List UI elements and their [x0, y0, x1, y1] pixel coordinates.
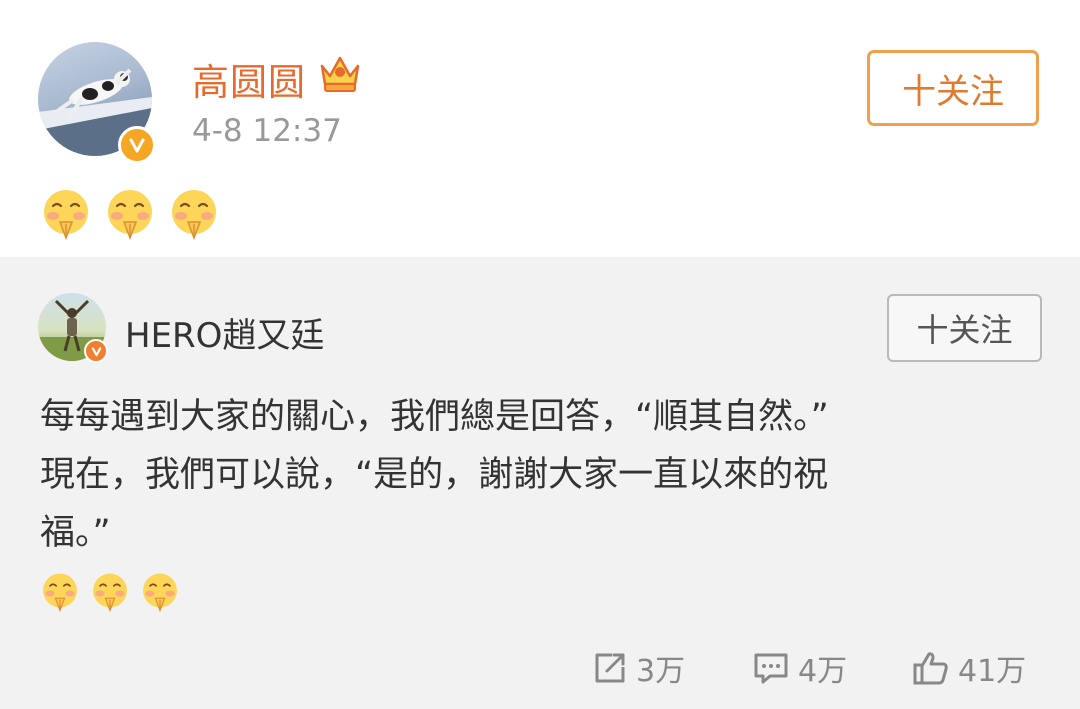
action-bar: 3万 4万 41万	[0, 644, 1080, 690]
repost-button[interactable]: 3万	[592, 646, 685, 690]
repost-username[interactable]: HERO趙又廷	[125, 308, 324, 357]
comment-bubble-icon	[754, 653, 788, 684]
follow-button[interactable]: 十关注	[887, 294, 1042, 362]
repost-emoji-row	[40, 572, 180, 612]
like-button[interactable]: 41万	[912, 646, 1026, 690]
text-line: 福。”	[40, 513, 111, 553]
vip-crown-icon	[320, 56, 360, 92]
repost-avatar[interactable]	[38, 293, 108, 363]
share-arrow-icon	[595, 653, 625, 683]
repost-count: 3万	[636, 654, 686, 689]
repost-body-text: 每每遇到大家的關心，我們總是回答，“順其自然。” 現在，我們可以說，“是的，謝謝…	[40, 388, 1000, 562]
verified-badge-icon	[84, 339, 108, 363]
thumbs-up-icon	[913, 652, 948, 685]
original-post: 高圆圆 4-8 12:37 十关注	[0, 0, 1080, 257]
praying-blush-emoji	[43, 573, 77, 612]
text-line: 現在，我們可以說，“是的，謝謝大家一直以來的祝	[40, 455, 829, 495]
comment-button[interactable]: 4万	[752, 646, 847, 690]
comment-count: 4万	[798, 654, 848, 689]
post-username[interactable]: 高圆圆	[192, 52, 306, 106]
verified-badge-icon	[118, 126, 156, 164]
praying-blush-emoji	[172, 190, 216, 240]
praying-blush-emoji	[108, 190, 152, 240]
praying-blush-emoji	[93, 573, 127, 612]
post-timestamp: 4-8 12:37	[192, 113, 342, 149]
checkmark-v-icon	[129, 138, 145, 153]
checkmark-v-icon	[91, 346, 101, 356]
text-line: 每每遇到大家的關心，我們總是回答，“順其自然。”	[40, 397, 829, 437]
avatar[interactable]	[38, 42, 156, 164]
follow-button[interactable]: 十关注	[867, 50, 1039, 126]
post-emoji-row	[40, 188, 220, 240]
praying-blush-emoji	[143, 573, 177, 612]
praying-blush-emoji	[44, 190, 88, 240]
like-count: 41万	[958, 654, 1027, 689]
